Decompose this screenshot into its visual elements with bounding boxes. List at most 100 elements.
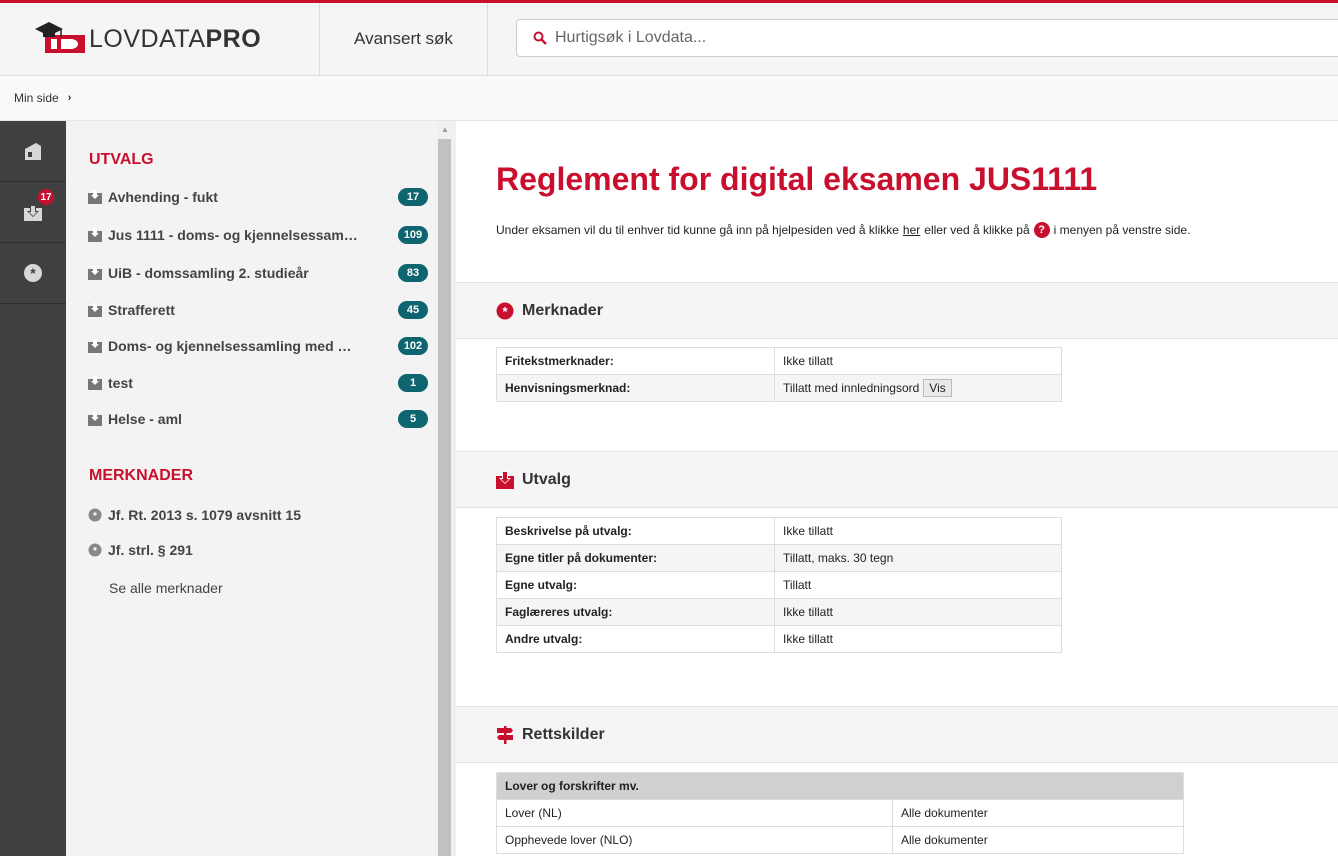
utvalg-section-header: Utvalg	[456, 451, 1338, 508]
table-row: Egne titler på dokumenter: Tillatt, maks.…	[496, 544, 1062, 572]
selections-sidebar: UTVALG Avhending - fukt 17 Jus 1111 - do…	[66, 121, 438, 856]
notes-icon: *	[24, 264, 42, 282]
table-value: Tillatt med innledningsord	[783, 381, 920, 395]
top-header: LOVDATAPRO Avansert søk	[0, 3, 1338, 76]
help-link[interactable]: her	[903, 223, 920, 237]
selections-icon	[24, 205, 42, 221]
scroll-up-arrow-icon[interactable]: ▲	[441, 125, 449, 134]
table-value: Alle dokumenter	[892, 799, 1184, 827]
table-row: Egne utvalg: Tillatt	[496, 571, 1062, 599]
rettskilder-table: Lover og forskrifter mv. Lover (NL) Alle …	[496, 772, 1184, 854]
selection-icon	[88, 228, 102, 242]
selection-icon	[88, 376, 102, 390]
merknader-section-title: Merknader	[522, 301, 603, 319]
table-value: Ikke tillatt	[774, 517, 1062, 545]
utvalg-item-label: UiB - domssamling 2. studieår	[108, 265, 309, 281]
svg-text:*: *	[93, 546, 97, 557]
utvalg-item-label: test	[108, 375, 133, 391]
search-icon	[533, 31, 547, 45]
signpost-icon	[497, 725, 513, 744]
table-row: Faglæreres utvalg: Ikke tillatt	[496, 598, 1062, 626]
utvalg-item-label: Strafferett	[108, 302, 175, 318]
quick-search-box[interactable]	[516, 19, 1338, 57]
notes-icon: *	[496, 302, 514, 319]
selection-icon	[88, 339, 102, 353]
lovdata-logo[interactable]: LOVDATAPRO	[33, 21, 293, 57]
selections-count-badge: 17	[38, 189, 54, 205]
table-row: Andre utvalg: Ikke tillatt	[496, 625, 1062, 653]
home-button[interactable]	[0, 121, 66, 182]
table-key: Lover (NL)	[496, 799, 893, 827]
svg-text:*: *	[93, 511, 97, 522]
table-key: Andre utvalg:	[496, 625, 775, 653]
utvalg-count-badge: 17	[398, 188, 428, 206]
utvalg-item[interactable]: Avhending - fukt 17	[88, 186, 428, 208]
breadcrumb-bar: Min side ›	[0, 76, 1338, 121]
utvalg-item-label: Jus 1111 - doms- og kjennelsessamling	[108, 227, 358, 243]
vis-button[interactable]: Vis	[923, 379, 952, 397]
table-row: Henvisningsmerknad: Tillatt med innledni…	[496, 374, 1062, 402]
table-value: Ikke tillatt	[774, 347, 1062, 375]
utvalg-count-badge: 45	[398, 301, 428, 319]
note-icon: *	[88, 543, 102, 557]
table-key: Faglæreres utvalg:	[496, 598, 775, 626]
breadcrumb-min-side[interactable]: Min side	[14, 91, 59, 105]
intro-text: Under eksamen vil du til enhver tid kunn…	[496, 222, 1191, 238]
table-key: Egne titler på dokumenter:	[496, 544, 775, 572]
table-value: Tillatt, maks. 30 tegn	[774, 544, 1062, 572]
quick-search-input[interactable]	[553, 28, 1157, 48]
svg-text:*: *	[30, 265, 36, 281]
merknad-item[interactable]: * Jf. Rt. 2013 s. 1079 avsnitt 15	[88, 504, 428, 526]
utvalg-count-badge: 83	[398, 264, 428, 282]
utvalg-item[interactable]: Doms- og kjennelsessamling med merknader…	[88, 335, 428, 357]
table-key: Opphevede lover (NLO)	[496, 826, 893, 854]
selection-icon	[88, 412, 102, 426]
utvalg-item[interactable]: test 1	[88, 372, 428, 394]
sidebar-scrollbar[interactable]: ▲	[438, 121, 456, 856]
selections-icon	[496, 470, 514, 489]
scrollbar-thumb[interactable]	[438, 139, 451, 856]
notes-button[interactable]: *	[0, 243, 66, 304]
table-value: Ikke tillatt	[774, 625, 1062, 653]
merknad-item-label: Jf. strl. § 291	[108, 542, 193, 558]
utvalg-count-badge: 109	[398, 226, 428, 244]
selections-button[interactable]: 17	[0, 182, 66, 243]
logo-text: LOVDATAPRO	[89, 24, 262, 53]
table-value: Tillatt	[774, 571, 1062, 599]
merknad-item-label: Jf. Rt. 2013 s. 1079 avsnitt 15	[108, 507, 301, 523]
utvalg-item-label: Avhending - fukt	[108, 189, 218, 205]
see-all-notes-link[interactable]: Se alle merknader	[109, 580, 223, 596]
note-icon: *	[88, 508, 102, 522]
merknader-section-header: * Merknader	[456, 282, 1338, 339]
utvalg-item-label: Helse - aml	[108, 411, 182, 427]
table-row: Beskrivelse på utvalg: Ikke tillatt	[496, 517, 1062, 545]
main-content: Reglement for digital eksamen JUS1111 Un…	[456, 121, 1338, 856]
table-key: Henvisningsmerknad:	[496, 374, 775, 402]
table-value: Ikke tillatt	[774, 598, 1062, 626]
selection-icon	[88, 303, 102, 317]
rettskilder-section-title: Rettskilder	[522, 725, 605, 743]
utvalg-item[interactable]: UiB - domssamling 2. studieår 83	[88, 262, 428, 284]
utvalg-section-title: Utvalg	[522, 470, 571, 488]
merknad-item[interactable]: * Jf. strl. § 291	[88, 539, 428, 561]
merknader-heading: MERKNADER	[89, 467, 193, 484]
utvalg-count-badge: 1	[398, 374, 428, 392]
breadcrumb-chevron-icon: ›	[67, 92, 72, 104]
table-group-header: Lover og forskrifter mv.	[496, 772, 1184, 800]
table-value-cell: Tillatt med innledningsord Vis	[774, 374, 1062, 402]
advanced-search-button[interactable]: Avansert søk	[319, 3, 488, 75]
table-key: Beskrivelse på utvalg:	[496, 517, 775, 545]
utvalg-count-badge: 102	[398, 337, 428, 355]
icon-sidebar: 17 *	[0, 121, 66, 856]
utvalg-item[interactable]: Strafferett 45	[88, 299, 428, 321]
utvalg-table: Beskrivelse på utvalg: Ikke tillatt Egne …	[496, 517, 1062, 653]
home-icon	[25, 143, 41, 160]
utvalg-item[interactable]: Helse - aml 5	[88, 408, 428, 430]
utvalg-item-label: Doms- og kjennelsessamling med merknader	[108, 338, 358, 354]
utvalg-item[interactable]: Jus 1111 - doms- og kjennelsessamling 10…	[88, 224, 428, 246]
table-group-title: Lover og forskrifter mv.	[496, 772, 1184, 800]
selection-icon	[88, 266, 102, 280]
rettskilder-section-header: Rettskilder	[456, 706, 1338, 763]
table-row: Lover (NL) Alle dokumenter	[496, 799, 1184, 827]
page-title: Reglement for digital eksamen JUS1111	[496, 161, 1098, 197]
